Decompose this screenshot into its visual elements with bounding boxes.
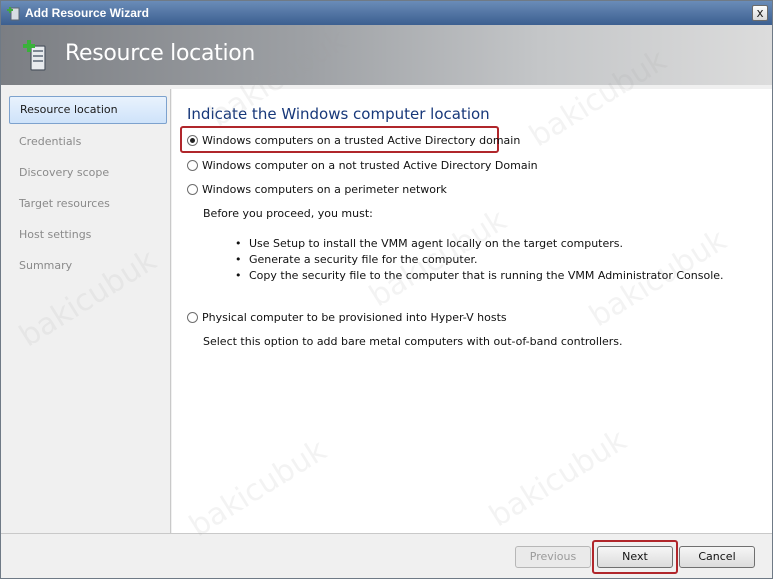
close-button[interactable]: x [752,5,768,21]
page-title: Resource location [65,41,256,66]
sidebar-item-resource-location[interactable]: Resource location [9,96,167,124]
server-add-icon [23,40,46,71]
option-label: Windows computers on a trusted Active Di… [202,133,521,147]
list-item: Use Setup to install the VMM agent local… [235,236,724,252]
main-content: Indicate the Windows computer location W… [172,89,772,533]
next-button[interactable]: Next [597,546,673,568]
perimeter-note: Before you proceed, you must: [203,207,373,220]
sidebar-item-discovery-scope[interactable]: Discovery scope [9,159,167,187]
radio-perimeter-network[interactable] [187,183,198,195]
list-item: Copy the security file to the computer t… [235,268,724,284]
perimeter-steps-list: Use Setup to install the VMM agent local… [235,236,724,284]
option-label: Windows computer on a not trusted Active… [202,158,538,172]
sidebar-item-credentials[interactable]: Credentials [9,128,167,156]
radio-trusted-domain[interactable] [187,134,198,146]
header-banner: Resource location [1,25,772,85]
radio-physical-computer[interactable] [187,311,198,323]
app-icon [7,7,20,21]
option-physical-computer[interactable]: Physical computer to be provisioned into… [187,309,507,325]
sidebar-item-summary[interactable]: Summary [9,252,167,280]
option-untrusted-domain[interactable]: Windows computer on a not trusted Active… [187,157,538,173]
physical-note: Select this option to add bare metal com… [203,335,623,348]
title-bar[interactable]: Add Resource Wizard x [1,1,772,25]
wizard-footer: Previous Next Cancel [1,533,772,578]
section-heading: Indicate the Windows computer location [187,105,490,123]
option-label: Windows computers on a perimeter network [202,182,447,196]
cancel-button[interactable]: Cancel [679,546,755,568]
list-item: Generate a security file for the compute… [235,252,724,268]
radio-untrusted-domain[interactable] [187,159,198,171]
add-resource-wizard-window: Add Resource Wizard x Resource location … [0,0,773,579]
option-perimeter-network[interactable]: Windows computers on a perimeter network [187,181,447,197]
wizard-steps-sidebar: Resource location Credentials Discovery … [1,89,171,533]
previous-button[interactable]: Previous [515,546,591,568]
sidebar-item-host-settings[interactable]: Host settings [9,221,167,249]
option-trusted-domain[interactable]: Windows computers on a trusted Active Di… [187,132,520,148]
close-icon: x [756,6,764,20]
window-title: Add Resource Wizard [25,6,149,20]
sidebar-item-target-resources[interactable]: Target resources [9,190,167,218]
option-label: Physical computer to be provisioned into… [202,310,507,324]
